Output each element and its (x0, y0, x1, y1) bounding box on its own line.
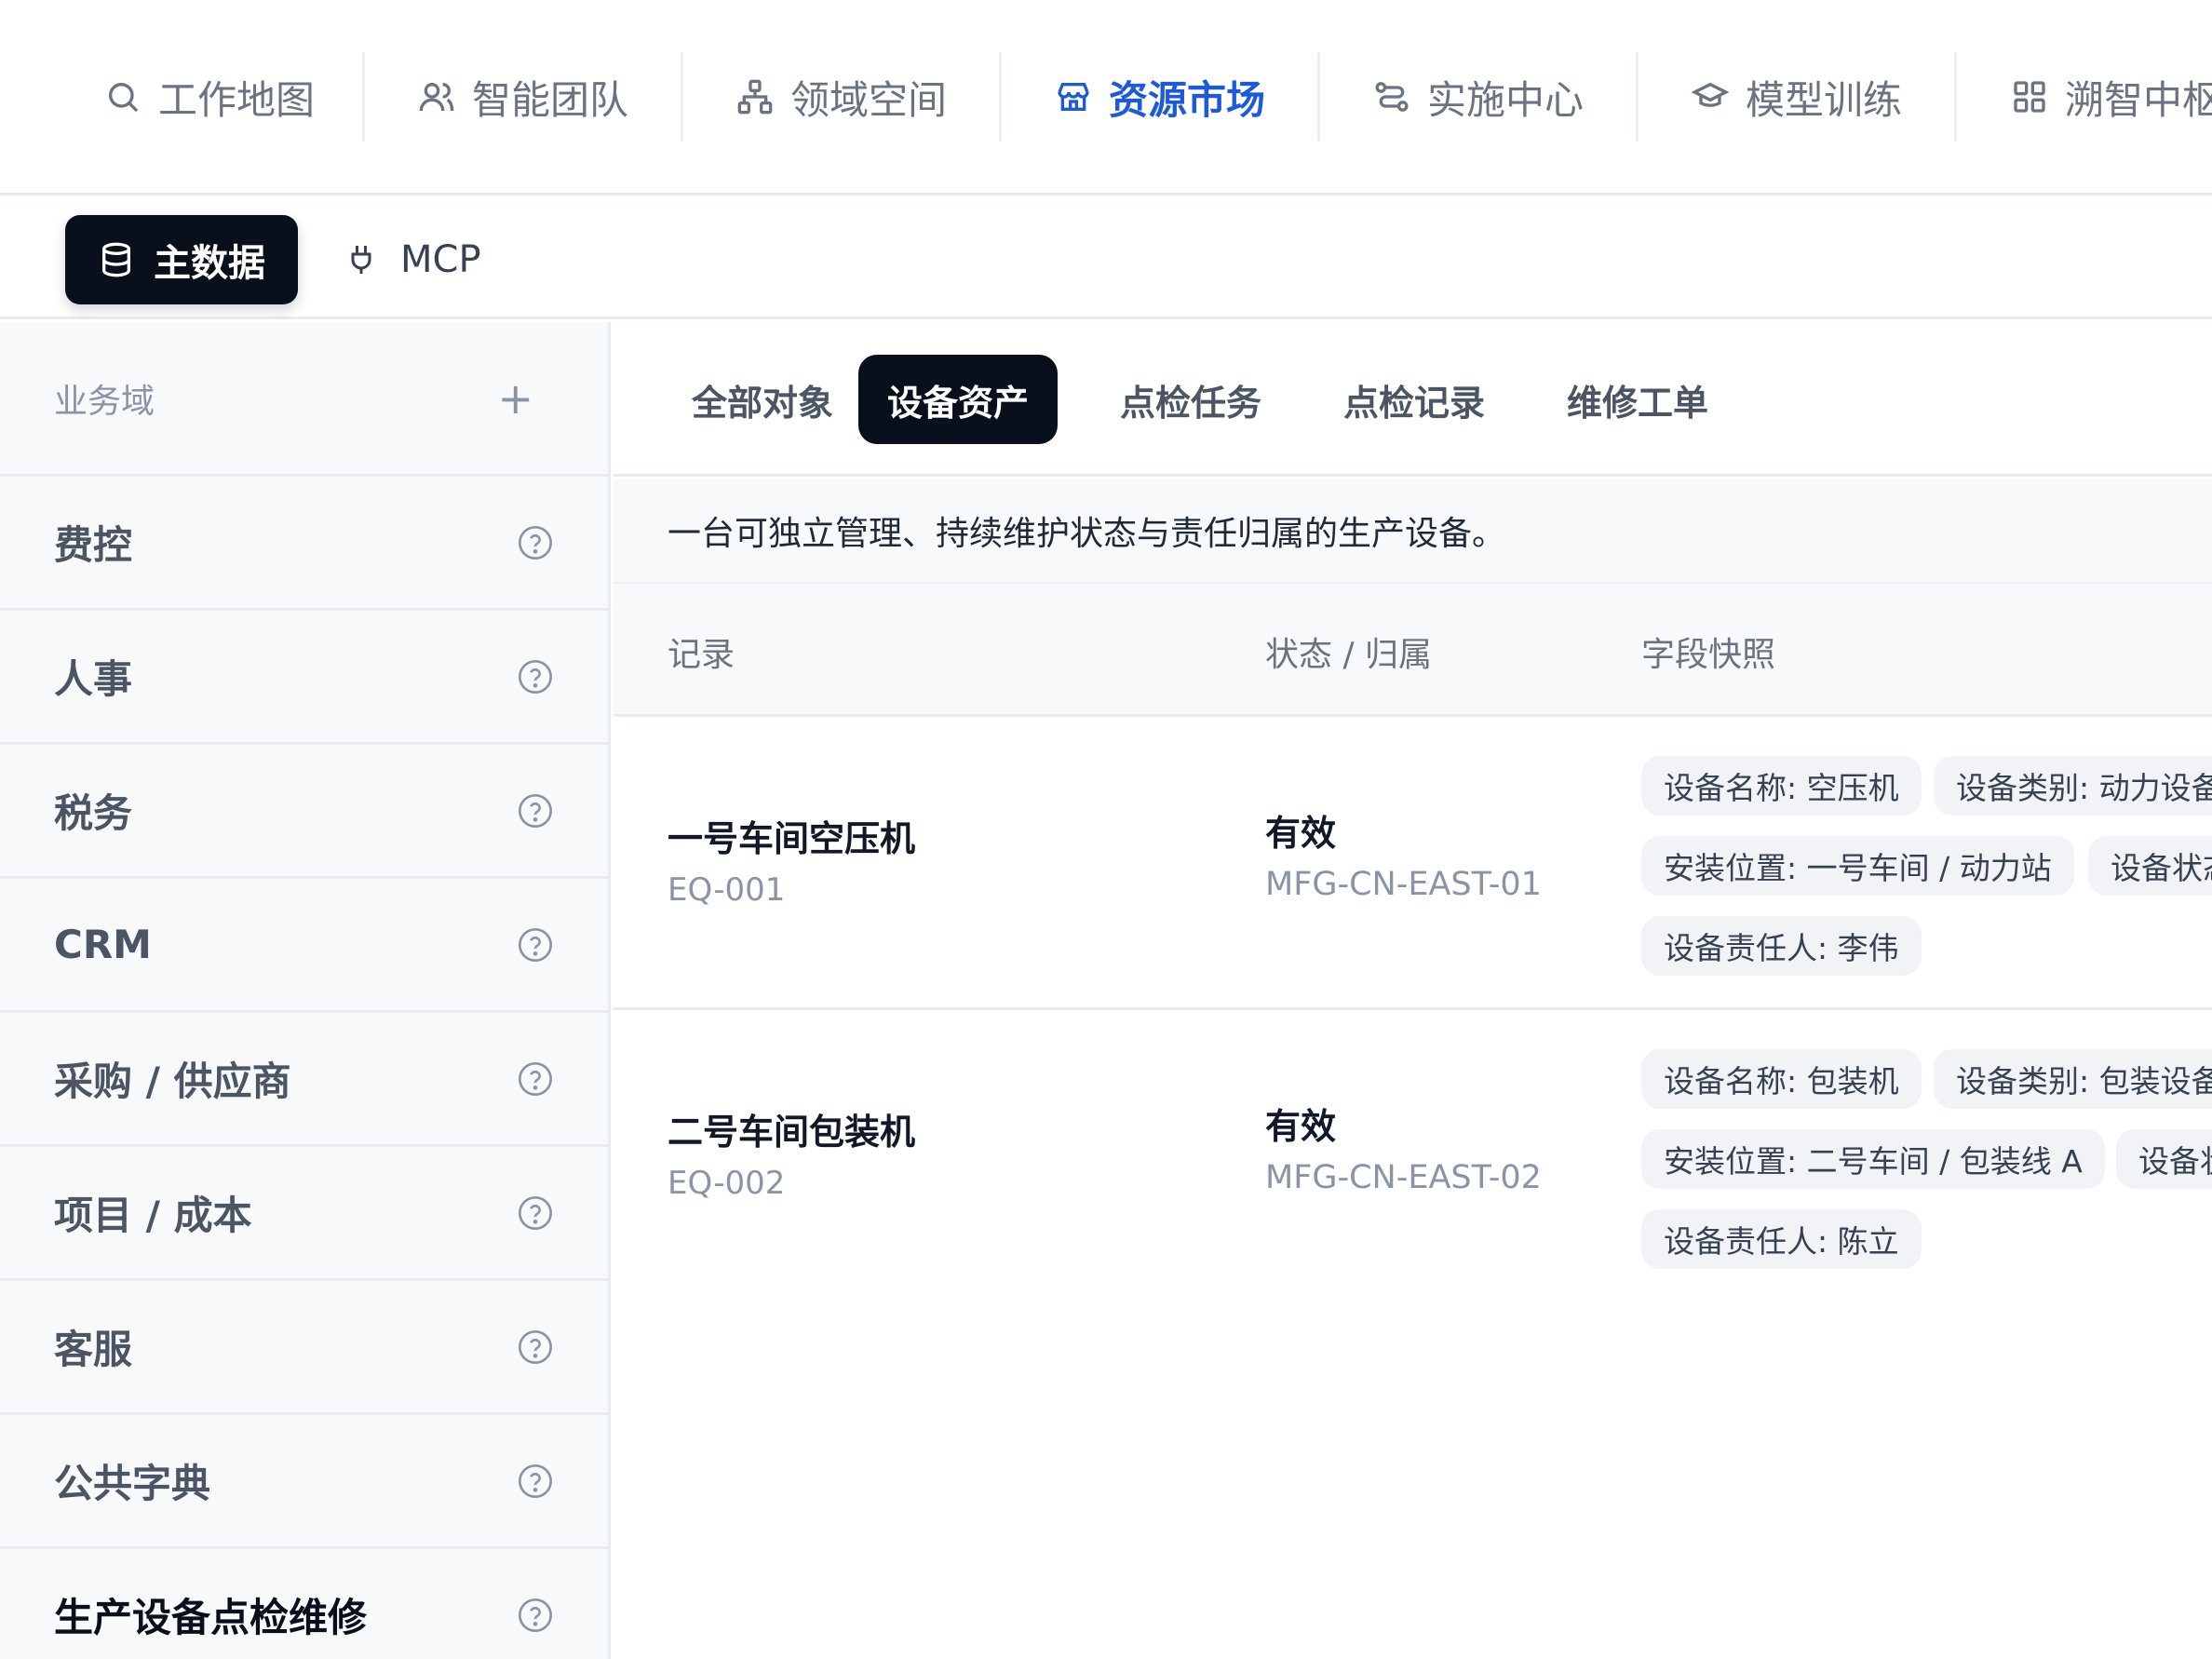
sidebar-item-label: 费控 (54, 522, 133, 568)
help-circle-icon[interactable] (517, 1060, 554, 1098)
graduation-cap-icon (1691, 82, 1729, 107)
master-data-label: 主数据 (154, 242, 265, 285)
nav-tab-label: 实施中心 (1426, 76, 1584, 123)
help-circle-icon[interactable] (517, 1329, 554, 1366)
network-icon (737, 79, 773, 115)
help-circle-icon[interactable] (517, 1194, 554, 1232)
master-data-tab[interactable]: 主数据 (65, 215, 298, 304)
sidebar-item-crm[interactable]: CRM (0, 879, 608, 1013)
help-circle-icon[interactable] (517, 658, 554, 695)
field-chip: 设备状态 (2088, 836, 2212, 896)
nav-tab-label: 领域空间 (789, 76, 947, 123)
column-header-status: 状态 / 归属 (1265, 635, 1433, 674)
sidebar-item-equipment-maintenance[interactable]: 生产设备点检维修 (0, 1549, 608, 1659)
mcp-label: MCP (400, 238, 481, 281)
store-icon (1058, 83, 1089, 111)
help-circle-icon[interactable] (517, 1597, 554, 1634)
record-code: EQ-001 (668, 871, 786, 909)
sidebar-item-public-dictionary[interactable]: 公共字典 (0, 1415, 608, 1549)
search-icon (108, 83, 139, 113)
field-chip: 设备类别: 包装设备 (1934, 1049, 2212, 1109)
sidebar-item-label: 项目 / 成本 (54, 1193, 252, 1238)
sidebar-item-expense-control[interactable]: 费控 (0, 477, 608, 611)
sidebar-item-label: CRM (54, 922, 152, 967)
top-navigation: 工作地图 智能团队 领域空间 资源市场 实施中心 模型训练 溯智中枢 (0, 0, 2212, 196)
sidebar-item-label: 公共字典 (54, 1461, 211, 1506)
help-circle-icon[interactable] (517, 792, 554, 830)
add-domain-button[interactable]: + (497, 377, 533, 420)
sidebar-item-label: 采购 / 供应商 (54, 1059, 291, 1104)
field-chip: 设备状态 (2116, 1129, 2212, 1189)
tab-inspection-tasks[interactable]: 点检任务 (1079, 355, 1302, 444)
sub-navigation: 主数据 MCP (0, 198, 2212, 319)
object-description: 一台可独立管理、持续维护状态与责任归属的生产设备。 (614, 479, 2212, 582)
nav-tab-label: 模型训练 (1745, 76, 1902, 123)
field-chip: 设备名称: 包装机 (1641, 1049, 1922, 1109)
record-title[interactable]: 一号车间空压机 (668, 810, 915, 861)
sidebar-item-customer-service[interactable]: 客服 (0, 1281, 608, 1415)
business-domain-sidebar: 业务域 + 费控 人事 税务 CRM 采购 / 供应商 项目 / 成本 客服 公… (0, 322, 611, 1659)
route-icon (1375, 82, 1409, 112)
tab-inspection-records[interactable]: 点检记录 (1302, 355, 1526, 444)
field-chip: 设备名称: 空压机 (1641, 756, 1922, 816)
nav-tab-model-training[interactable]: 模型训练 (1639, 52, 1955, 142)
mcp-tab[interactable]: MCP (344, 215, 481, 304)
field-chip: 设备责任人: 李伟 (1641, 916, 1922, 976)
grid-icon (2014, 81, 2045, 113)
table-row[interactable]: 一号车间空压机 EQ-001 有效 MFG-CN-EAST-01 设备名称: 空… (614, 717, 2212, 1010)
field-chip: 安装位置: 一号车间 / 动力站 (1641, 836, 2074, 896)
sidebar-item-procurement[interactable]: 采购 / 供应商 (0, 1013, 608, 1147)
record-status: 有效 (1265, 1106, 1337, 1147)
record-status: 有效 (1265, 813, 1337, 854)
sidebar-item-tax[interactable]: 税务 (0, 745, 608, 879)
sidebar-item-project-cost[interactable]: 项目 / 成本 (0, 1147, 608, 1281)
help-circle-icon[interactable] (517, 524, 554, 561)
plug-icon (351, 246, 371, 274)
nav-tab-label: 智能团队 (471, 76, 628, 123)
nav-tab-label: 溯智中枢 (2065, 76, 2212, 123)
field-chip: 设备责任人: 陈立 (1641, 1209, 1922, 1269)
help-circle-icon[interactable] (517, 926, 554, 964)
sidebar-header-label: 业务域 (54, 382, 155, 421)
users-icon (419, 83, 454, 112)
help-circle-icon[interactable] (517, 1463, 554, 1500)
nav-tab-label: 工作地图 (157, 76, 315, 123)
nav-tab-domain-space[interactable]: 领域空间 (683, 52, 1000, 142)
nav-tab-resource-market[interactable]: 资源市场 (1002, 52, 1318, 142)
table-header: 记录 状态 / 归属 字段快照 (614, 582, 2212, 717)
field-chip: 设备类别: 动力设备 (1934, 756, 2212, 816)
sidebar-item-label: 人事 (54, 656, 133, 702)
sidebar-item-label: 生产设备点检维修 (54, 1595, 368, 1640)
object-tabs: 全部对象 设备资产 点检任务 点检记录 维修工单 (614, 322, 2212, 477)
tab-equipment-assets[interactable]: 设备资产 (858, 355, 1058, 444)
main-content: 全部对象 设备资产 点检任务 点检记录 维修工单 一台可独立管理、持续维护状态与… (614, 322, 2212, 1659)
field-chip: 安装位置: 二号车间 / 包装线 A (1641, 1129, 2105, 1189)
nav-tab-implementation-center[interactable]: 实施中心 (1320, 52, 1637, 142)
record-owner: MFG-CN-EAST-01 (1265, 866, 1542, 903)
column-header-record: 记录 (668, 635, 735, 674)
nav-divider (1954, 52, 1957, 142)
tab-repair-orders[interactable]: 维修工单 (1526, 355, 1749, 444)
sidebar-item-label: 税务 (54, 790, 133, 836)
sidebar-item-label: 客服 (54, 1327, 133, 1372)
nav-tab-work-map[interactable]: 工作地图 (56, 52, 363, 142)
database-icon (102, 242, 130, 277)
record-title[interactable]: 二号车间包装机 (668, 1103, 915, 1154)
record-code: EQ-002 (668, 1165, 786, 1202)
sidebar-header: 业务域 + (0, 322, 608, 477)
column-header-snapshot: 字段快照 (1641, 635, 1776, 674)
nav-tab-label: 资源市场 (1108, 76, 1265, 123)
table-row[interactable]: 二号车间包装机 EQ-002 有效 MFG-CN-EAST-02 设备名称: 包… (614, 1010, 2212, 1303)
sidebar-item-hr[interactable]: 人事 (0, 611, 608, 745)
nav-tab-smart-team[interactable]: 智能团队 (365, 52, 681, 142)
tab-all-objects[interactable]: 全部对象 (651, 355, 874, 444)
nav-tab-trace-hub[interactable]: 溯智中枢 (2011, 52, 2212, 142)
record-owner: MFG-CN-EAST-02 (1265, 1159, 1542, 1196)
